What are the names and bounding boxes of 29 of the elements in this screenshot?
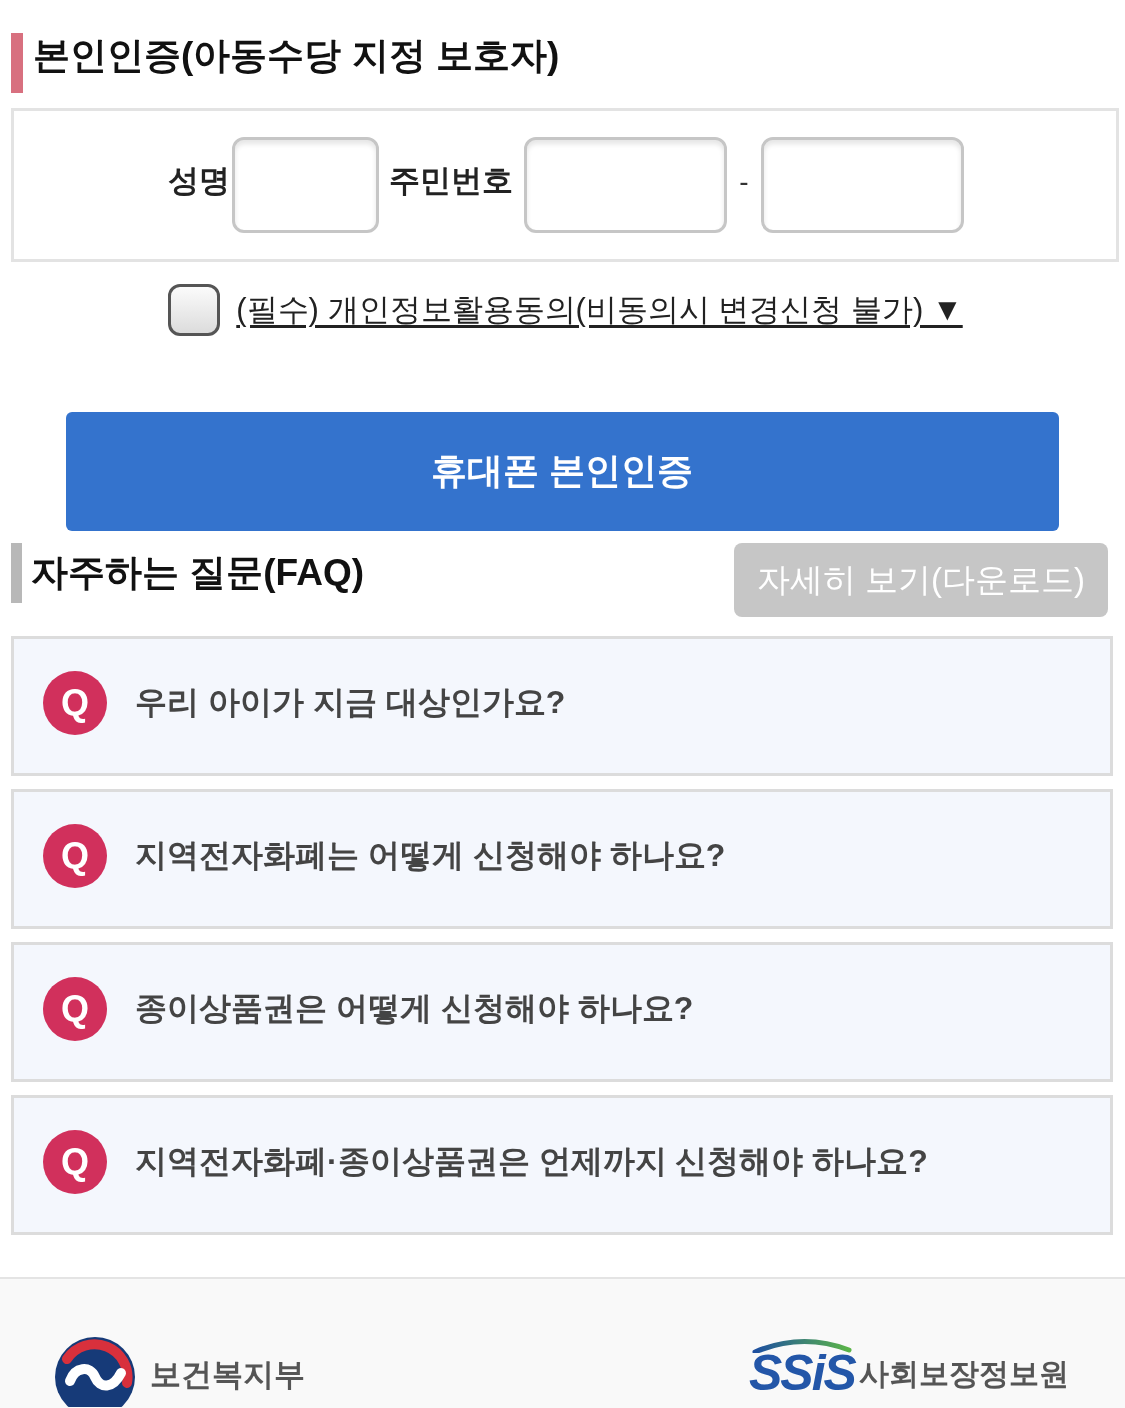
question-text: 지역전자화폐는 어떻게 신청해야 하나요? <box>135 836 726 875</box>
faq-item[interactable]: Q 지역전자화폐·종이상품권은 언제까지 신청해야 하나요? <box>11 1095 1113 1235</box>
field-label: 주민번호 <box>389 162 514 200</box>
accent-bar <box>11 543 22 603</box>
question-badge: Q <box>43 1130 107 1194</box>
phone-verify-button[interactable]: 휴대폰 본인인증 <box>66 412 1059 531</box>
question-badge: Q <box>43 977 107 1041</box>
organization-name: 보건복지부 <box>150 1356 305 1394</box>
question-text: 지역전자화폐·종이상품권은 언제까지 신청해야 하나요? <box>135 1142 928 1181</box>
question-text: 우리 아이가 지금 대상인가요? <box>135 683 566 722</box>
faq-item[interactable]: Q 지역전자화폐는 어떻게 신청해야 하나요? <box>11 789 1113 929</box>
section-title: 자주하는 질문(FAQ) <box>31 551 364 595</box>
accent-bar <box>11 33 23 93</box>
faq-item[interactable]: Q 종이상품권은 어떻게 신청해야 하나요? <box>11 942 1113 1082</box>
faq-item[interactable]: Q 우리 아이가 지금 대상인가요? <box>11 636 1113 776</box>
logo-lettering: SSiS <box>749 1349 855 1397</box>
field-label: 성명 <box>168 162 231 200</box>
section-title: 본인인증(아동수당 지정 보호자) <box>33 34 560 78</box>
checkbox[interactable] <box>168 284 221 336</box>
question-text: 종이상품권은 어떻게 신청해야 하나요? <box>135 989 694 1028</box>
id-number-input[interactable] <box>524 137 728 233</box>
separator-text: - <box>739 166 749 198</box>
name-input[interactable] <box>232 137 380 233</box>
arc-icon <box>749 1337 855 1353</box>
question-badge: Q <box>43 824 107 888</box>
consent-link[interactable]: (필수) 개인정보활용동의(비동의시 변경신청 불가) ▼ <box>236 289 963 331</box>
question-badge: Q <box>43 671 107 735</box>
organization-name: 사회보장정보원 <box>859 1355 1069 1392</box>
id-number-input[interactable] <box>760 137 964 233</box>
